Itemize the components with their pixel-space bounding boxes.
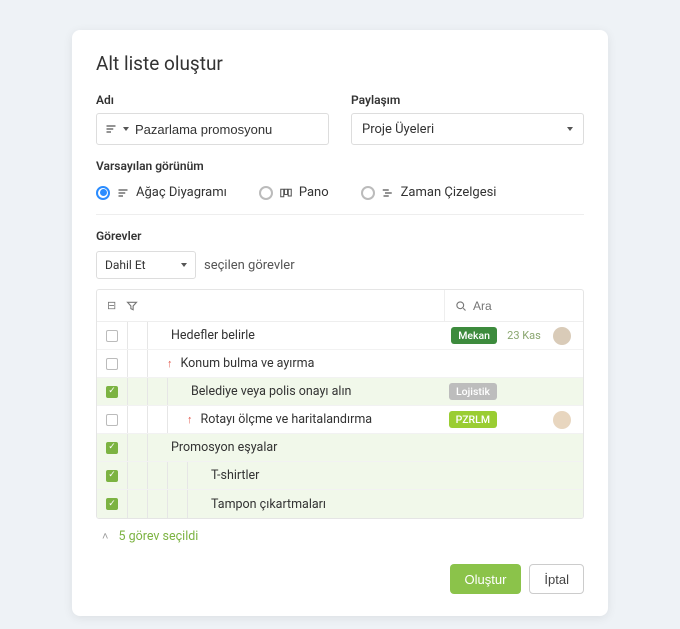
avatar: [553, 327, 571, 345]
task-tree-cell: T-shirtler: [127, 462, 427, 489]
collapse-all-icon[interactable]: ⊟: [107, 299, 116, 312]
list-type-icon[interactable]: [105, 123, 129, 135]
radio-unchecked-icon: [361, 186, 375, 200]
task-tree-cell: Hedefler belirle: [127, 322, 427, 349]
task-checkbox[interactable]: [106, 358, 118, 370]
view-board-radio[interactable]: Pano: [259, 185, 329, 200]
task-text: Hedefler belirle: [167, 328, 255, 343]
include-suffix: seçilen görevler: [204, 258, 295, 273]
task-row[interactable]: Hedefler belirle Mekan23 Kas: [97, 322, 583, 350]
task-checkbox[interactable]: [106, 414, 118, 426]
share-select[interactable]: Proje Üyeleri: [351, 113, 584, 145]
caret-down-icon: [567, 127, 573, 131]
task-tree-cell: ↑ Rotayı ölçme ve haritalandırma: [127, 406, 427, 433]
form-row: Adı Paylaşım Proje Üyeleri: [96, 93, 584, 145]
modal-title: Alt liste oluştur: [96, 52, 584, 75]
summary-text: 5 görev seçildi: [118, 529, 198, 544]
task-badge: Lojistik: [449, 383, 497, 400]
task-tree-cell: Belediye veya polis onayı alın: [127, 378, 427, 405]
view-timeline-label: Zaman Çizelgesi: [401, 185, 497, 200]
avatar: [553, 411, 571, 429]
task-text: Belediye veya polis onayı alın: [187, 384, 351, 399]
include-value: Dahil Et: [105, 258, 146, 272]
task-checkbox[interactable]: ✓: [106, 470, 118, 482]
search-icon: [455, 300, 467, 312]
create-sublist-modal: Alt liste oluştur Adı Paylaşım Proje Üye…: [72, 30, 608, 616]
radio-unchecked-icon: [259, 186, 273, 200]
share-value: Proje Üyeleri: [362, 122, 434, 137]
task-checkbox[interactable]: ✓: [106, 498, 118, 510]
priority-up-icon: ↑: [167, 357, 173, 370]
share-field-col: Paylaşım Proje Üyeleri: [351, 93, 584, 145]
task-badge: Mekan: [451, 327, 497, 344]
view-board-label: Pano: [299, 185, 329, 200]
include-row: Dahil Et seçilen görevler: [96, 251, 584, 279]
name-input-group[interactable]: [96, 113, 329, 145]
chevron-up-icon: ˄: [102, 531, 108, 543]
task-text: Promosyon eşyalar: [167, 440, 277, 455]
task-tree-cell: Promosyon eşyalar: [127, 434, 427, 461]
share-label: Paylaşım: [351, 93, 584, 107]
tasks-label: Görevler: [96, 229, 584, 243]
radio-checked-icon: [96, 186, 110, 200]
task-row[interactable]: ✓ Belediye veya polis onayı alın Lojistik: [97, 378, 583, 406]
task-text: Rotayı ölçme ve haritalandırma: [197, 412, 373, 427]
name-field-col: Adı: [96, 93, 329, 145]
include-select[interactable]: Dahil Et: [96, 251, 196, 279]
task-checkbox[interactable]: ✓: [106, 442, 118, 454]
task-tree-cell: ↑ Konum bulma ve ayırma: [127, 350, 427, 377]
task-row[interactable]: ✓ T-shirtler: [97, 462, 583, 490]
task-checkbox[interactable]: [106, 330, 118, 342]
task-row[interactable]: ↑ Rotayı ölçme ve haritalandırma PZRLM: [97, 406, 583, 434]
task-badge: PZRLM: [449, 411, 497, 428]
create-button[interactable]: Oluştur: [450, 564, 522, 594]
default-view-label: Varsayılan görünüm: [96, 159, 584, 173]
caret-down-icon: [181, 263, 187, 267]
tasks-table: ⊟ Hedefler belirle Mekan23 Kas ↑ Konum bulm…: [96, 289, 584, 519]
task-checkbox[interactable]: ✓: [106, 386, 118, 398]
board-icon: [280, 187, 292, 199]
task-row[interactable]: ↑ Konum bulma ve ayırma: [97, 350, 583, 378]
task-row[interactable]: ✓ Tampon çıkartmaları: [97, 490, 583, 518]
name-label: Adı: [96, 93, 329, 107]
filter-icon[interactable]: [126, 300, 138, 312]
search-input[interactable]: [473, 299, 573, 313]
task-tree-cell: Tampon çıkartmaları: [127, 490, 427, 518]
view-tree-radio[interactable]: Ağaç Diyagramı: [96, 185, 227, 200]
view-timeline-radio[interactable]: Zaman Çizelgesi: [361, 185, 497, 200]
table-toolbar: ⊟: [97, 290, 583, 322]
tree-icon: [117, 187, 129, 199]
task-text: T-shirtler: [207, 468, 259, 483]
task-row[interactable]: ✓ Promosyon eşyalar: [97, 434, 583, 462]
priority-up-icon: ↑: [187, 413, 193, 426]
task-text: Tampon çıkartmaları: [207, 497, 326, 512]
task-date: 23 Kas: [497, 329, 551, 342]
timeline-icon: [382, 187, 394, 199]
cancel-button[interactable]: İptal: [529, 564, 584, 594]
view-tree-label: Ağaç Diyagramı: [136, 185, 227, 200]
selection-summary[interactable]: ˄ 5 görev seçildi: [96, 519, 584, 546]
name-input[interactable]: [129, 122, 320, 137]
default-view-radios: Ağaç Diyagramı Pano Zaman Çizelgesi: [96, 179, 584, 215]
toolbar-search: [444, 290, 583, 321]
modal-footer: Oluştur İptal: [96, 564, 584, 594]
toolbar-left: ⊟: [97, 299, 138, 312]
tasks-section: Görevler: [96, 229, 584, 243]
task-rows[interactable]: Hedefler belirle Mekan23 Kas ↑ Konum bulma …: [97, 322, 583, 518]
task-text: Konum bulma ve ayırma: [177, 356, 315, 371]
